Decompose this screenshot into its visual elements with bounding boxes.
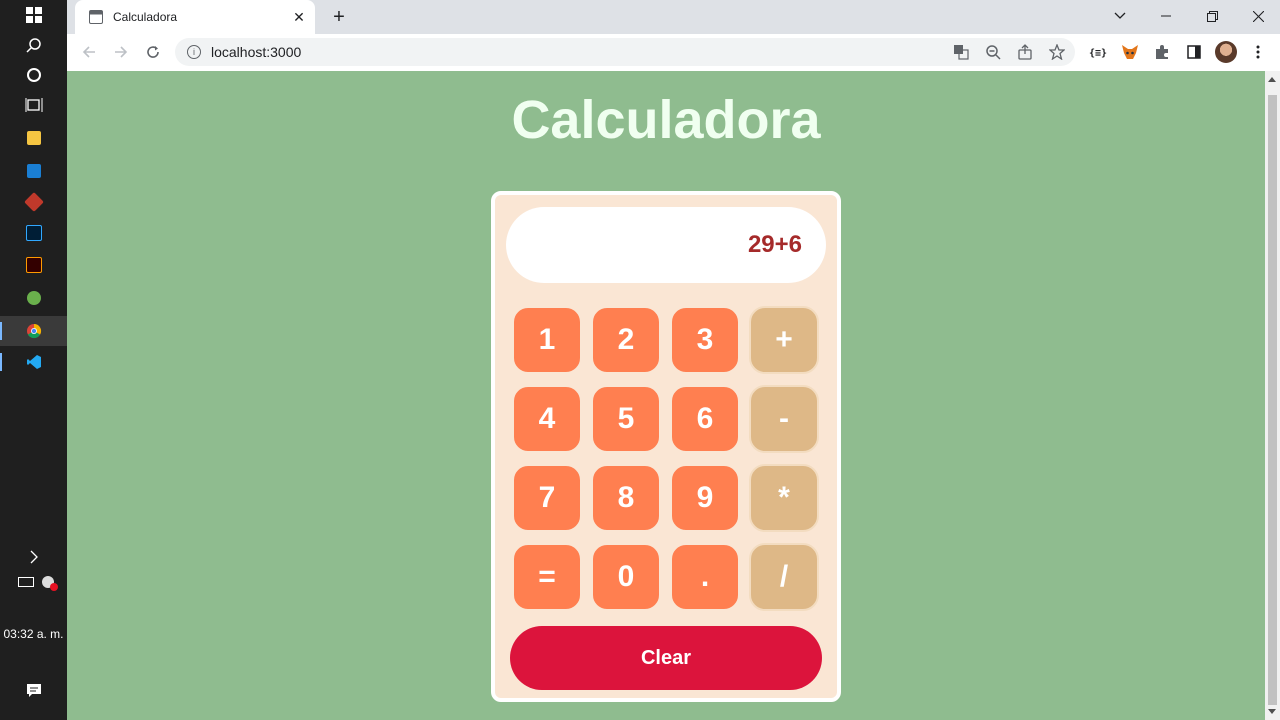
svg-text:{≡}: {≡} [1089, 48, 1107, 58]
app-icon[interactable] [0, 187, 67, 217]
scroll-up-icon[interactable] [1268, 77, 1276, 82]
key-multiply[interactable]: * [749, 464, 819, 532]
system-clock[interactable]: 03:32 a. m. [0, 627, 67, 641]
minimize-button[interactable] [1143, 4, 1189, 28]
key-decimal[interactable]: . [670, 543, 740, 611]
key-9[interactable]: 9 [670, 464, 740, 532]
network-icon [42, 576, 58, 591]
page-scrollbar[interactable] [1265, 71, 1280, 720]
tab-calculadora[interactable]: Calculadora ✕ [75, 0, 315, 34]
extension-devtools-icon[interactable]: {≡} [1086, 40, 1110, 64]
restore-button[interactable] [1189, 4, 1235, 28]
scroll-down-icon[interactable] [1268, 709, 1276, 714]
address-bar[interactable]: i localhost:3000 [175, 38, 1075, 66]
side-panel-icon[interactable] [1182, 40, 1206, 64]
key-add[interactable]: + [749, 306, 819, 374]
windows-taskbar: 03:32 a. m. [0, 0, 67, 720]
illustrator-icon[interactable] [0, 250, 67, 280]
key-7[interactable]: 7 [512, 464, 582, 532]
browser-toolbar: i localhost:3000 {≡} [67, 34, 1280, 71]
vscode-icon[interactable] [0, 347, 67, 377]
key-3[interactable]: 3 [670, 306, 740, 374]
bookmark-star-icon[interactable] [1048, 43, 1066, 61]
task-view-icon[interactable] [0, 90, 67, 120]
key-0[interactable]: 0 [591, 543, 661, 611]
forward-icon[interactable] [109, 40, 133, 64]
mail-icon[interactable] [0, 156, 67, 186]
scrollbar-thumb[interactable] [1268, 95, 1277, 705]
metamask-extension-icon[interactable] [1118, 40, 1142, 64]
browser-chrome: Calculadora ✕ + i localhost:3000 {≡} [67, 0, 1280, 71]
key-divide[interactable]: / [749, 543, 819, 611]
search-icon[interactable] [0, 30, 67, 60]
calculator-panel: 29+6 1 2 3 + 4 5 6 - 7 8 9 * = 0 . / Cle… [491, 191, 841, 702]
share-icon[interactable] [1016, 43, 1034, 61]
close-tab-icon[interactable]: ✕ [289, 9, 309, 26]
active-indicator [0, 322, 2, 340]
keypad: 1 2 3 + 4 5 6 - 7 8 9 * = 0 . / [512, 306, 819, 611]
running-indicator [0, 353, 2, 371]
extensions-puzzle-icon[interactable] [1150, 40, 1174, 64]
zoom-icon[interactable] [984, 43, 1002, 61]
key-1[interactable]: 1 [512, 306, 582, 374]
key-4[interactable]: 4 [512, 385, 582, 453]
close-window-button[interactable] [1235, 4, 1280, 28]
cortana-icon[interactable] [0, 60, 67, 90]
url-text: localhost:3000 [211, 44, 302, 60]
page-title: Calculadora [511, 90, 821, 150]
key-8[interactable]: 8 [591, 464, 661, 532]
page-viewport: Calculadora 29+6 1 2 3 + 4 5 6 - 7 8 9 *… [67, 71, 1265, 720]
calculator-display: 29+6 [506, 207, 826, 283]
display-value: 29+6 [747, 231, 802, 258]
site-info-icon[interactable]: i [187, 45, 201, 59]
windows-start-icon[interactable] [0, 0, 67, 30]
reload-icon[interactable] [141, 40, 165, 64]
back-icon[interactable] [77, 40, 101, 64]
notifications-icon[interactable] [0, 675, 67, 705]
battery-icon [18, 577, 34, 587]
translate-icon[interactable] [952, 43, 970, 61]
key-subtract[interactable]: - [749, 385, 819, 453]
key-2[interactable]: 2 [591, 306, 661, 374]
file-explorer-icon[interactable] [0, 123, 67, 153]
clear-button[interactable]: Clear [510, 626, 822, 690]
app-green-icon[interactable] [0, 283, 67, 313]
tray-icons[interactable] [0, 567, 67, 597]
tab-title: Calculadora [113, 10, 178, 24]
new-tab-button[interactable]: + [327, 5, 351, 29]
photoshop-icon[interactable] [0, 218, 67, 248]
key-5[interactable]: 5 [591, 385, 661, 453]
tab-search-icon[interactable] [1097, 4, 1143, 28]
chrome-icon[interactable] [0, 316, 67, 346]
profile-avatar[interactable] [1214, 40, 1238, 64]
menu-kebab-icon[interactable] [1246, 40, 1270, 64]
key-6[interactable]: 6 [670, 385, 740, 453]
calculator-favicon-icon [89, 10, 103, 24]
key-equals[interactable]: = [512, 543, 582, 611]
